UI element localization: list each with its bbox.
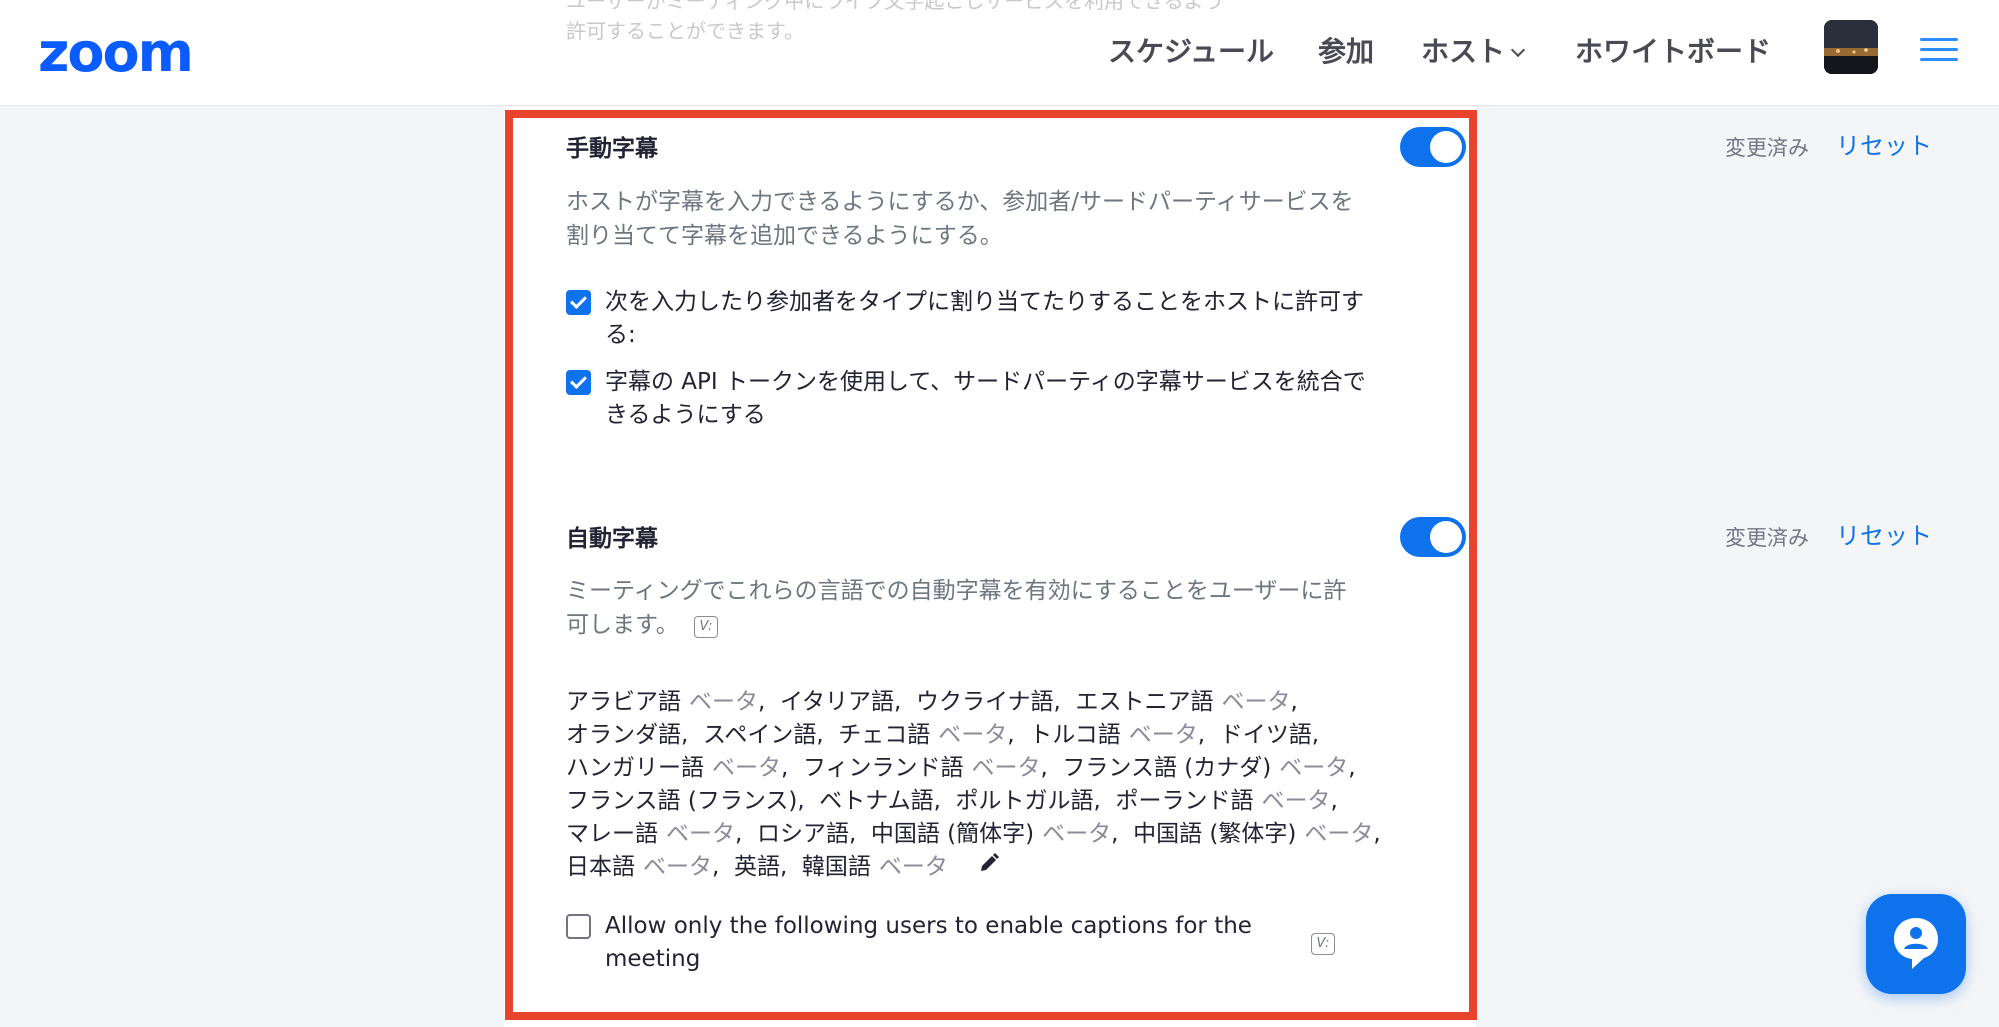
manual-captions-status: 変更済み: [1725, 136, 1809, 160]
beta-badge: ベータ: [1279, 755, 1349, 781]
beta-badge: ベータ: [712, 755, 781, 781]
language-item: 日本語 ベータ: [566, 854, 712, 880]
language-name: フランス語 (フランス): [566, 788, 798, 814]
scrolled-description-line-1: ユーザーがミーティング中にライブ文字起こしサービスを利用できるよう: [566, 0, 1224, 13]
language-name: 韓国語: [801, 854, 871, 880]
manual-captions-reset-link[interactable]: リセット: [1836, 131, 1932, 161]
language-name: ポーランド語: [1115, 788, 1254, 814]
language-item: チェコ語 ベータ: [838, 722, 1007, 748]
auto-captions-toggle[interactable]: [1400, 517, 1466, 557]
language-item: 英語: [734, 854, 780, 880]
beta-badge: ベータ: [1221, 689, 1291, 715]
language-item: フランス語 (フランス): [566, 788, 797, 814]
language-name: ウクライナ語: [915, 689, 1054, 715]
language-name: オランダ語: [566, 722, 681, 748]
toggle-knob: [1430, 521, 1462, 553]
language-item: 中国語 (簡体字) ベータ: [871, 821, 1111, 847]
language-item: ポーランド語 ベータ: [1115, 788, 1330, 814]
manual-captions-option-host-type[interactable]: 次を入力したり参加者をタイプに割り当てたりすることをホストに許可する:: [566, 286, 1386, 352]
option-label: Allow only the following users to enable…: [605, 913, 1252, 972]
language-item: アラビア語 ベータ: [566, 689, 758, 715]
language-name: ドイツ語: [1219, 722, 1312, 748]
language-item: ハンガリー語 ベータ: [566, 755, 781, 781]
language-name: チェコ語: [838, 722, 931, 748]
beta-badge: ベータ: [666, 821, 735, 847]
language-item: ドイツ語: [1220, 722, 1312, 748]
manual-captions-toggle[interactable]: [1400, 127, 1466, 167]
manual-captions-option-api-token[interactable]: 字幕の API トークンを使用して、サードパーティの字幕サービスを統合できるよう…: [566, 366, 1386, 432]
language-name: ハンガリー語: [566, 755, 704, 781]
hamburger-icon[interactable]: [1920, 38, 1958, 62]
language-item: ロシア語: [757, 821, 849, 847]
language-item: エストニア語 ベータ: [1075, 689, 1290, 715]
nav-host-label: ホスト: [1421, 35, 1506, 68]
edit-pencil-icon[interactable]: [978, 851, 1000, 884]
auto-captions-title: 自動字幕: [566, 526, 658, 552]
chat-support-button[interactable]: [1866, 894, 1966, 994]
beta-badge: ベータ: [878, 854, 948, 880]
manual-captions-description: ホストが字幕を入力できるようにするか、参加者/サードパーティサービスを割り当てて…: [566, 189, 1354, 249]
language-name: 中国語 (簡体字): [870, 821, 1035, 847]
language-name: ロシア語: [756, 821, 849, 847]
language-item: トルコ語 ベータ: [1029, 722, 1198, 748]
beta-badge: ベータ: [689, 689, 758, 715]
nav-whiteboard-link[interactable]: ホワイトボード: [1575, 32, 1771, 72]
beta-badge: ベータ: [643, 854, 712, 880]
language-name: フィンランド語: [802, 755, 964, 781]
auto-captions-description-text: ミーティングでこれらの言語での自動字幕を有効にすることをユーザーに許可します。: [566, 578, 1347, 638]
chat-bubble-icon: [1894, 918, 1938, 969]
option-label: 字幕の API トークンを使用して、サードパーティの字幕サービスを統合できるよう…: [605, 369, 1366, 428]
chevron-down-icon: [1510, 42, 1526, 58]
language-name: 日本語: [566, 854, 635, 880]
info-icon[interactable]: V:: [1311, 933, 1335, 955]
beta-badge: ベータ: [1261, 788, 1331, 814]
avatar-image: [1824, 20, 1878, 74]
language-item: イタリア語: [780, 689, 894, 715]
language-name: トルコ語: [1029, 722, 1121, 748]
auto-captions-language-list: アラビア語 ベータ, イタリア語, ウクライナ語, エストニア語 ベータ, オランダ…: [566, 686, 1411, 884]
language-item: ベトナム語: [819, 788, 933, 814]
language-name: マレー語: [566, 821, 658, 847]
beta-badge: ベータ: [1042, 821, 1112, 847]
language-item: スペイン語: [703, 722, 816, 748]
toggle-knob: [1430, 131, 1462, 163]
language-item: ポルトガル語: [956, 788, 1094, 814]
language-name: 中国語 (繁体字): [1133, 821, 1297, 847]
checkbox-checked[interactable]: [566, 290, 591, 315]
language-name: ベトナム語: [819, 788, 934, 814]
option-label: 次を入力したり参加者をタイプに割り当てたりすることをホストに許可する:: [605, 289, 1364, 348]
manual-captions-title: 手動字幕: [566, 136, 658, 162]
top-navigation-bar: zoom ユーザーがミーティング中にライブ文字起こしサービスを利用できるよう 許…: [0, 0, 1999, 106]
language-name: 英語: [733, 854, 780, 880]
language-name: フランス語 (カナダ): [1062, 755, 1272, 781]
beta-badge: ベータ: [1304, 821, 1374, 847]
language-item: フィンランド語 ベータ: [803, 755, 1041, 781]
language-name: スペイン語: [702, 722, 817, 748]
nav-schedule-link[interactable]: スケジュール: [1108, 32, 1274, 72]
language-item: ウクライナ語: [916, 689, 1054, 715]
info-icon[interactable]: V:: [694, 616, 718, 638]
checkbox-checked[interactable]: [566, 370, 591, 395]
beta-badge: ベータ: [1128, 722, 1198, 748]
language-item: 中国語 (繁体字) ベータ: [1133, 821, 1373, 847]
nav-host-dropdown[interactable]: ホスト: [1421, 32, 1526, 72]
language-item: 韓国語 ベータ: [802, 854, 948, 880]
auto-captions-description: ミーティングでこれらの言語での自動字幕を有効にすることをユーザーに許可します。: [566, 574, 1366, 642]
beta-badge: ベータ: [938, 722, 1008, 748]
beta-badge: ベータ: [971, 755, 1041, 781]
language-name: イタリア語: [779, 689, 895, 715]
language-item: マレー語 ベータ: [566, 821, 735, 847]
restrict-captions-option[interactable]: Allow only the following users to enable…: [566, 910, 1286, 976]
language-name: ポルトガル語: [955, 788, 1094, 814]
auto-captions-reset-link[interactable]: リセット: [1836, 521, 1932, 551]
checkbox-unchecked[interactable]: [566, 914, 591, 939]
language-name: アラビア語: [566, 689, 681, 715]
language-name: エストニア語: [1075, 689, 1214, 715]
zoom-logo[interactable]: zoom: [38, 26, 194, 80]
auto-captions-status: 変更済み: [1725, 526, 1809, 550]
user-avatar[interactable]: [1824, 20, 1878, 74]
language-item: オランダ語: [566, 722, 681, 748]
language-item: フランス語 (カナダ) ベータ: [1062, 755, 1348, 781]
nav-join-link[interactable]: 参加: [1318, 32, 1374, 72]
